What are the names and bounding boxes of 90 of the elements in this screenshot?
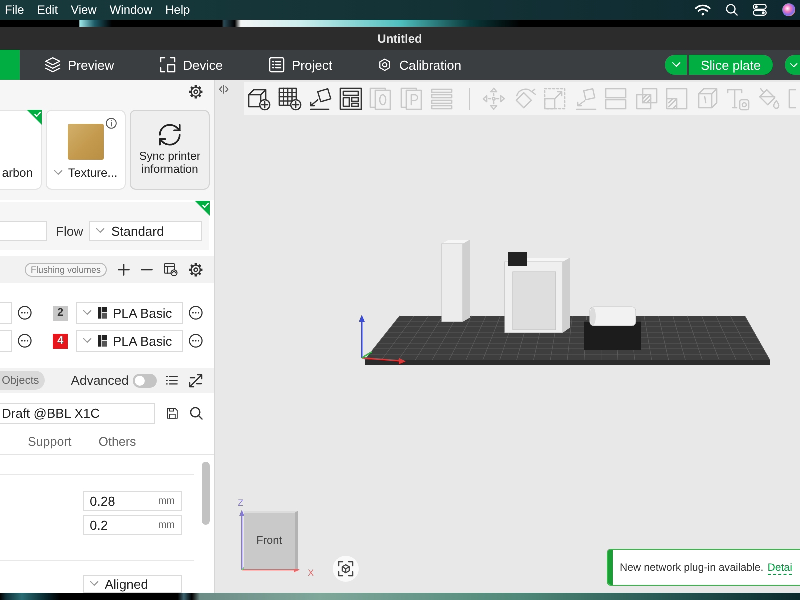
cylinder-model [590, 306, 636, 326]
filament-dropdown[interactable]: PLA Basic [76, 330, 183, 352]
wifi-icon[interactable] [695, 4, 711, 16]
layers-icon [45, 57, 61, 73]
printer-card[interactable]: arbon [0, 110, 42, 190]
axis-indicator [359, 315, 406, 364]
sync-button[interactable]: Sync printer information [130, 110, 210, 190]
save-icon[interactable] [167, 408, 178, 419]
toggles-icon[interactable] [753, 4, 767, 16]
scrollbar-thumb[interactable] [202, 462, 210, 525]
more-icon[interactable] [18, 334, 32, 348]
dropdown-value: Aligned [105, 576, 148, 592]
bars-icon [98, 307, 107, 319]
plate-card[interactable]: Texture... [46, 110, 126, 190]
menu-item[interactable]: View [71, 3, 97, 17]
table-sync-icon[interactable] [164, 262, 178, 276]
arrange-icon[interactable] [338, 86, 362, 110]
menu-item[interactable]: Window [110, 3, 153, 17]
add-grid-icon[interactable] [278, 86, 302, 110]
filament-number[interactable]: 4 [53, 334, 68, 348]
objects-toggle[interactable]: Objects [0, 371, 46, 390]
preset-dropdown[interactable]: Draft @BBL X1C [0, 403, 155, 424]
sync-icon [159, 124, 181, 146]
chevron-down-icon [83, 338, 92, 344]
flushing-volumes-button[interactable]: Flushing volumes [24, 262, 107, 276]
tab[interactable]: Others [98, 433, 136, 453]
filament-name: PLA Basic [113, 306, 172, 320]
number-field[interactable]: 0.2 mm [83, 515, 182, 535]
cube-frame-icon [338, 561, 354, 577]
diagonal-arrows-icon[interactable] [189, 374, 203, 388]
chevron-down-icon [54, 170, 64, 176]
input-field[interactable] [0, 221, 47, 241]
block-model [508, 252, 527, 266]
colorful-orb-icon[interactable] [782, 3, 796, 17]
info-icon[interactable] [106, 118, 117, 129]
unit-label: mm [158, 496, 175, 506]
tab[interactable]: Project [269, 50, 332, 80]
plate-name: Texture... [68, 166, 118, 180]
filament-dropdown[interactable]: PLA Basic [76, 302, 183, 324]
plate-thumbnail [68, 124, 104, 160]
chevron-down-icon [90, 581, 99, 587]
field-label: Flow [56, 224, 84, 238]
advanced-toggle[interactable] [133, 374, 157, 388]
orient-icon[interactable] [308, 86, 332, 110]
tab[interactable]: Device [160, 50, 223, 80]
dropdown-button[interactable] [785, 55, 800, 75]
chevron-down-icon [83, 310, 92, 316]
frame-box-icon [160, 57, 176, 73]
more-icon[interactable] [18, 306, 32, 320]
field-value: 0.28 [90, 494, 116, 508]
axis-label: Z [238, 498, 244, 508]
menu-item[interactable]: Help [166, 3, 190, 17]
axis-indicator [240, 510, 300, 572]
menu-item[interactable]: Edit [37, 3, 58, 17]
settings-icon[interactable] [189, 85, 203, 99]
minus-icon[interactable] [141, 268, 153, 270]
tab[interactable]: Preview [45, 50, 114, 80]
menu-item[interactable]: File [5, 3, 24, 17]
chevron-down-icon [96, 228, 106, 234]
flow-dropdown[interactable]: Standard [89, 221, 202, 241]
search-icon[interactable] [190, 407, 203, 420]
axis-label: X [308, 568, 314, 578]
chevron-down-icon [672, 62, 680, 68]
list-icon [269, 57, 285, 73]
field-value: 0.2 [90, 518, 108, 532]
bars-icon [98, 335, 107, 347]
filament-number[interactable]: 2 [53, 306, 68, 320]
tab[interactable]: Calibration [378, 50, 462, 80]
tab[interactable]: Support [28, 433, 72, 453]
search-icon[interactable] [726, 4, 738, 16]
chevron-down-icon [790, 62, 798, 68]
unit-label: mm [158, 520, 175, 530]
plus-icon[interactable] [118, 264, 130, 276]
collapse-icon[interactable] [219, 85, 229, 94]
settings-icon[interactable] [189, 262, 203, 276]
printer-name: arbon [2, 166, 33, 180]
more-icon[interactable] [189, 334, 203, 348]
slice-menu-button[interactable] [665, 55, 687, 75]
filament-name: PLA Basic [113, 334, 172, 348]
toggle-label: Advanced [71, 373, 129, 388]
window-title: Untitled [378, 32, 422, 46]
view-cube[interactable]: Front [244, 511, 298, 569]
seam-dropdown[interactable]: Aligned [83, 575, 182, 593]
list-icon[interactable] [166, 375, 178, 386]
view-fit-button[interactable] [333, 556, 359, 582]
hexagon-icon [378, 58, 392, 72]
add-cube-icon[interactable] [247, 86, 271, 110]
notification-message: New network plug-in available. Detai [619, 562, 792, 574]
more-icon[interactable] [189, 306, 203, 320]
number-field[interactable]: 0.28 mm [83, 491, 182, 511]
